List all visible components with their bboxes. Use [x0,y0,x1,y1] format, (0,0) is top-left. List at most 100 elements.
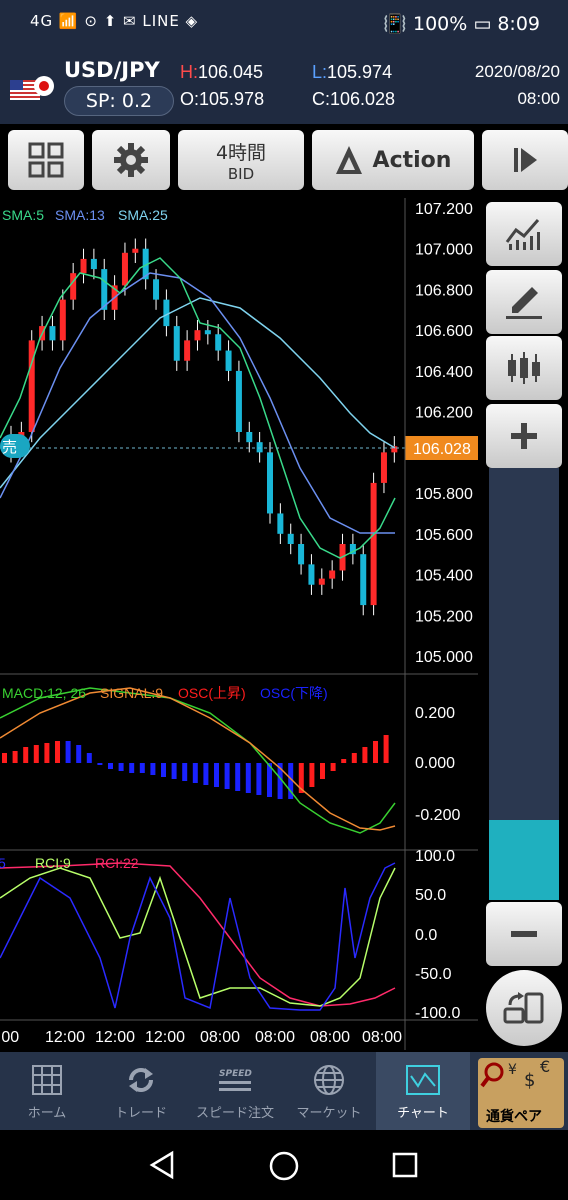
home-icon[interactable] [268,1150,300,1182]
back-icon[interactable] [148,1150,178,1180]
rci-tick: -50.0 [415,966,452,983]
macd-osc-bar [330,763,336,771]
zoom-slider-thumb[interactable] [489,820,559,900]
globe-icon [314,1065,344,1095]
rotate-icon [503,992,544,1024]
svg-text:€: € [540,1058,550,1076]
nav-trade[interactable]: トレード [94,1052,188,1130]
candle-body [380,452,387,483]
candle-body [28,340,35,432]
macd-osc-bar [235,763,241,791]
current-price-value: 106.028 [413,441,471,458]
currency-magnifier-icon: ¥ $ € [480,1057,550,1091]
currency-pair-label: 通貨ペア [486,1109,542,1125]
price-tick: 106.400 [415,364,473,381]
macd-osc-bar [309,763,315,787]
settings-button[interactable] [92,130,170,190]
status-bar: 4G 📶 ⊙ ⬆ ✉ LINE ◈ 📳 100% ▭ 8:09 [0,0,568,48]
candle-body [184,340,191,361]
macd-osc-bar [192,763,198,783]
candle-body [59,299,66,341]
low-price: L:105.974 [312,62,393,82]
macd-osc-bar [2,753,7,763]
chart-type-button[interactable] [486,336,562,400]
macd-osc-bar [224,763,230,789]
currency-flag-icon [10,76,54,100]
sma-legend-label: SMA:13 [55,207,105,223]
macd-osc-bar [23,747,29,763]
price-tick: 106.200 [415,405,473,422]
candle-body [370,482,377,606]
macd-osc-bar [129,763,135,773]
nav-chart[interactable]: チャート [376,1052,470,1130]
play-button[interactable] [482,130,568,190]
currency-pair-button[interactable]: ¥ $ € 通貨ペア [478,1057,564,1128]
macd-legend-label: SIGNAL:9 [100,685,163,701]
candle-body [163,299,170,327]
macd-osc-bar [65,741,71,763]
timeframe-label: 4時間 [215,141,267,164]
macd-osc-bar [320,763,325,779]
currency-pair-title[interactable]: USD/JPY [64,58,160,82]
price-tick: 106.600 [415,323,473,340]
zoom-in-button[interactable] [486,404,562,468]
macd-osc-bar [97,763,103,765]
layout-grid-button[interactable] [8,130,84,190]
action-button[interactable]: Action [312,130,474,190]
nav-market[interactable]: マーケット [282,1052,376,1130]
macd-osc-bar [76,745,82,763]
nav-speed-order[interactable]: SPEED スピード注文 [188,1052,282,1130]
sma-legend: SMA:5 SMA:13 SMA:25 [2,207,168,223]
plus-icon [511,423,537,449]
high-price: H:106.045 [180,62,264,82]
rci-legend-label: RCI:5 [0,855,6,871]
nav-market-label: マーケット [296,1106,362,1121]
time-tick: 12:00 [145,1029,185,1046]
candle-body [267,452,273,514]
candle-body [308,564,315,585]
macd-osc-bar [351,753,357,763]
macd-osc-bar [12,751,18,763]
macd-osc-bar [214,763,219,787]
candle-body [215,334,222,351]
bar-date: 2020/08/20 [474,62,560,81]
minus-icon [511,931,537,937]
price-chart[interactable]: 107.200 107.000 106.800 106.600 106.400 106.2… [0,198,478,1050]
nav-chart-label: チャート [397,1106,449,1121]
indicator-chart-button[interactable] [486,202,562,266]
candle-body [287,533,294,544]
nav-trade-label: トレード [114,1106,167,1121]
macd-osc-bar [139,763,145,773]
rotate-screen-button[interactable] [486,970,562,1046]
spread-badge: SP: 0.2 [64,86,174,116]
candle-body [80,258,87,274]
drawing-tool-button[interactable] [486,270,562,334]
zoom-out-button[interactable] [486,902,562,966]
recents-icon[interactable] [390,1150,420,1180]
candle-body [246,432,253,443]
svg-text:$: $ [524,1070,535,1091]
sma-legend-label: SMA:25 [118,207,168,223]
time-tick: 12:00 [95,1029,135,1046]
timeframe-button[interactable]: 4時間 BID [178,130,304,190]
candle-body [49,326,56,341]
macd-legend-label: OSC(上昇) [178,685,246,701]
macd-osc-bar [256,763,262,795]
candle-body [318,578,325,585]
time-tick: 08:00 [255,1029,295,1046]
action-triangle-icon [335,146,362,174]
nav-speed-label: スピード注文 [195,1106,274,1121]
system-navigation-bar [0,1130,568,1200]
macd-osc-bar [86,753,92,763]
candle-body [132,248,139,253]
status-right-info: 📳 100% ▭ 8:09 [383,13,540,35]
nav-home[interactable]: ホーム [0,1052,94,1130]
price-tick: 105.800 [415,486,473,503]
candle-body [70,273,77,300]
candle-body [173,326,180,361]
action-label: Action [372,147,452,173]
candle-body [225,350,232,371]
macd-osc-bar [245,763,251,793]
rci-legend-label: RCI:22 [95,855,139,871]
home-grid-icon [32,1065,62,1095]
